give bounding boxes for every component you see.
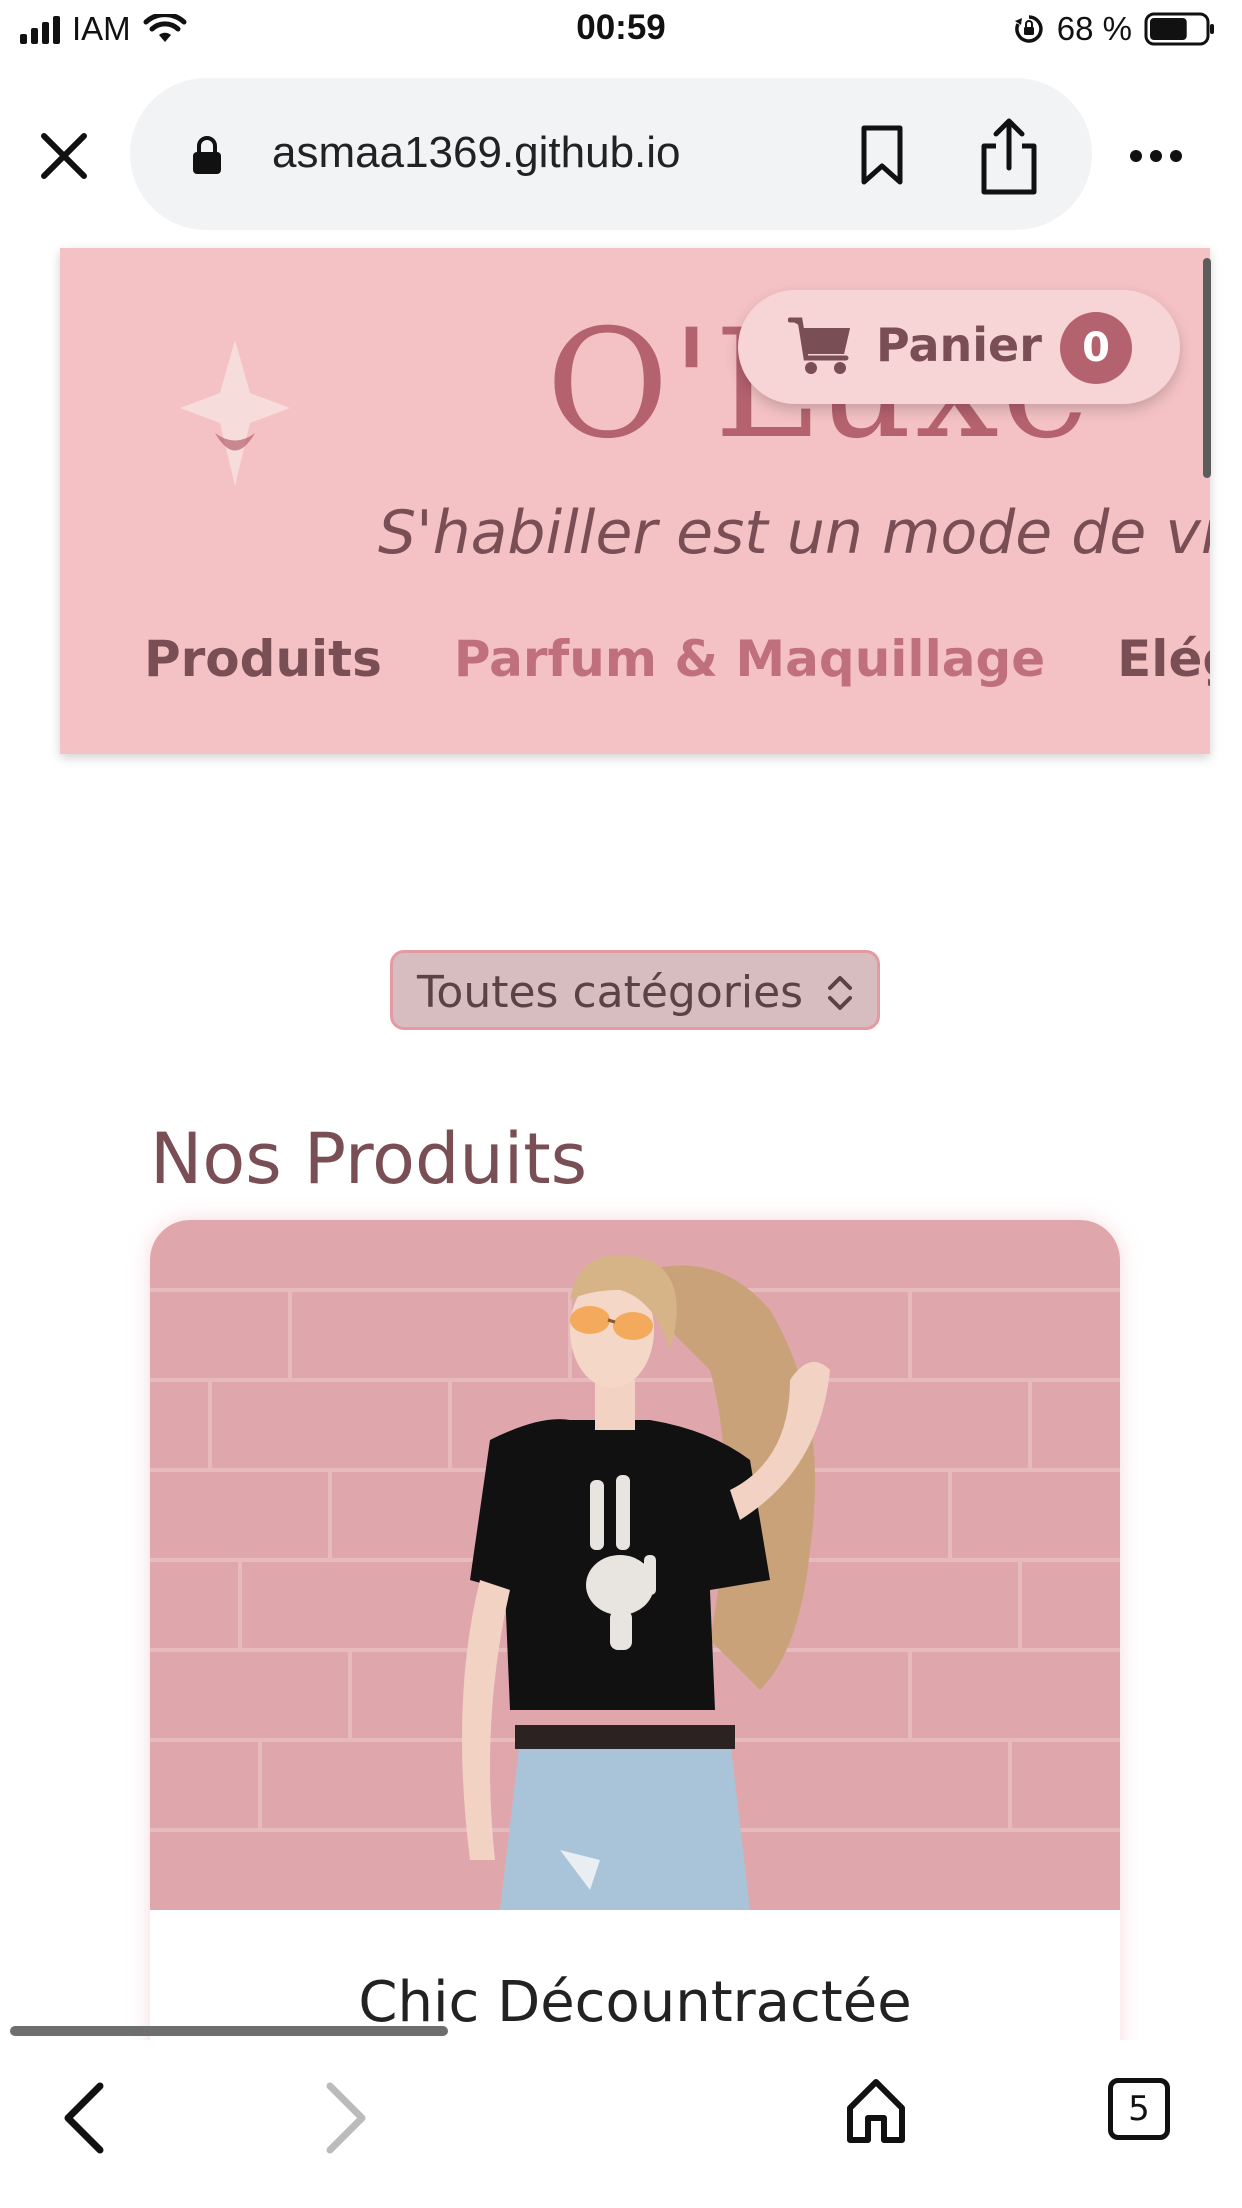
url-text[interactable]: asmaa1369.github.io — [272, 128, 681, 178]
horizontal-scroll-indicator — [10, 2026, 448, 2036]
chevron-updown-icon — [828, 976, 852, 1010]
more-options-icon[interactable] — [1128, 146, 1184, 166]
status-bar: IAM 00:59 68 % — [0, 0, 1242, 62]
browser-url-area: asmaa1369.github.io — [0, 62, 1242, 242]
tabs-button[interactable]: 5 — [1108, 2078, 1170, 2140]
nav-item-elegance[interactable]: Elégance — [1117, 630, 1210, 688]
cart-count-badge: 0 — [1060, 312, 1132, 384]
category-select-value: Toutes catégories — [417, 967, 804, 1018]
back-icon[interactable] — [56, 2080, 112, 2156]
share-icon[interactable] — [976, 116, 1042, 196]
battery-percent: 68 % — [1056, 10, 1132, 47]
category-select[interactable]: Toutes catégories — [390, 950, 880, 1030]
nav-item-produits[interactable]: Produits — [144, 630, 382, 688]
product-card[interactable]: Chic Décountractée — [150, 1220, 1120, 2060]
battery-icon — [1144, 12, 1214, 46]
cart-button[interactable]: Panier 0 — [738, 290, 1180, 404]
home-icon[interactable] — [844, 2076, 908, 2146]
nav-item-parfum-maquillage[interactable]: Parfum & Maquillage — [454, 630, 1045, 688]
browser-toolbar: 5 — [0, 2040, 1242, 2208]
section-title: Nos Produits — [150, 1118, 588, 1200]
address-bar[interactable]: asmaa1369.github.io — [130, 78, 1092, 230]
main-nav: Produits Parfum & Maquillage Elégance — [144, 630, 1210, 688]
star-logo-icon — [180, 340, 290, 486]
product-image[interactable] — [150, 1220, 1120, 1910]
close-icon[interactable] — [36, 128, 92, 184]
bookmark-icon[interactable] — [854, 124, 910, 186]
lock-icon — [193, 136, 221, 174]
forward-icon[interactable] — [318, 2080, 374, 2156]
cart-label: Panier — [876, 318, 1042, 372]
rotation-lock-icon — [1014, 15, 1043, 43]
brand-slogan: S'habiller est un mode de vie — [378, 498, 1210, 568]
page-scrollbar[interactable] — [1203, 258, 1211, 478]
status-right: 68 % — [1013, 10, 1216, 48]
shopping-cart-icon — [788, 317, 850, 374]
